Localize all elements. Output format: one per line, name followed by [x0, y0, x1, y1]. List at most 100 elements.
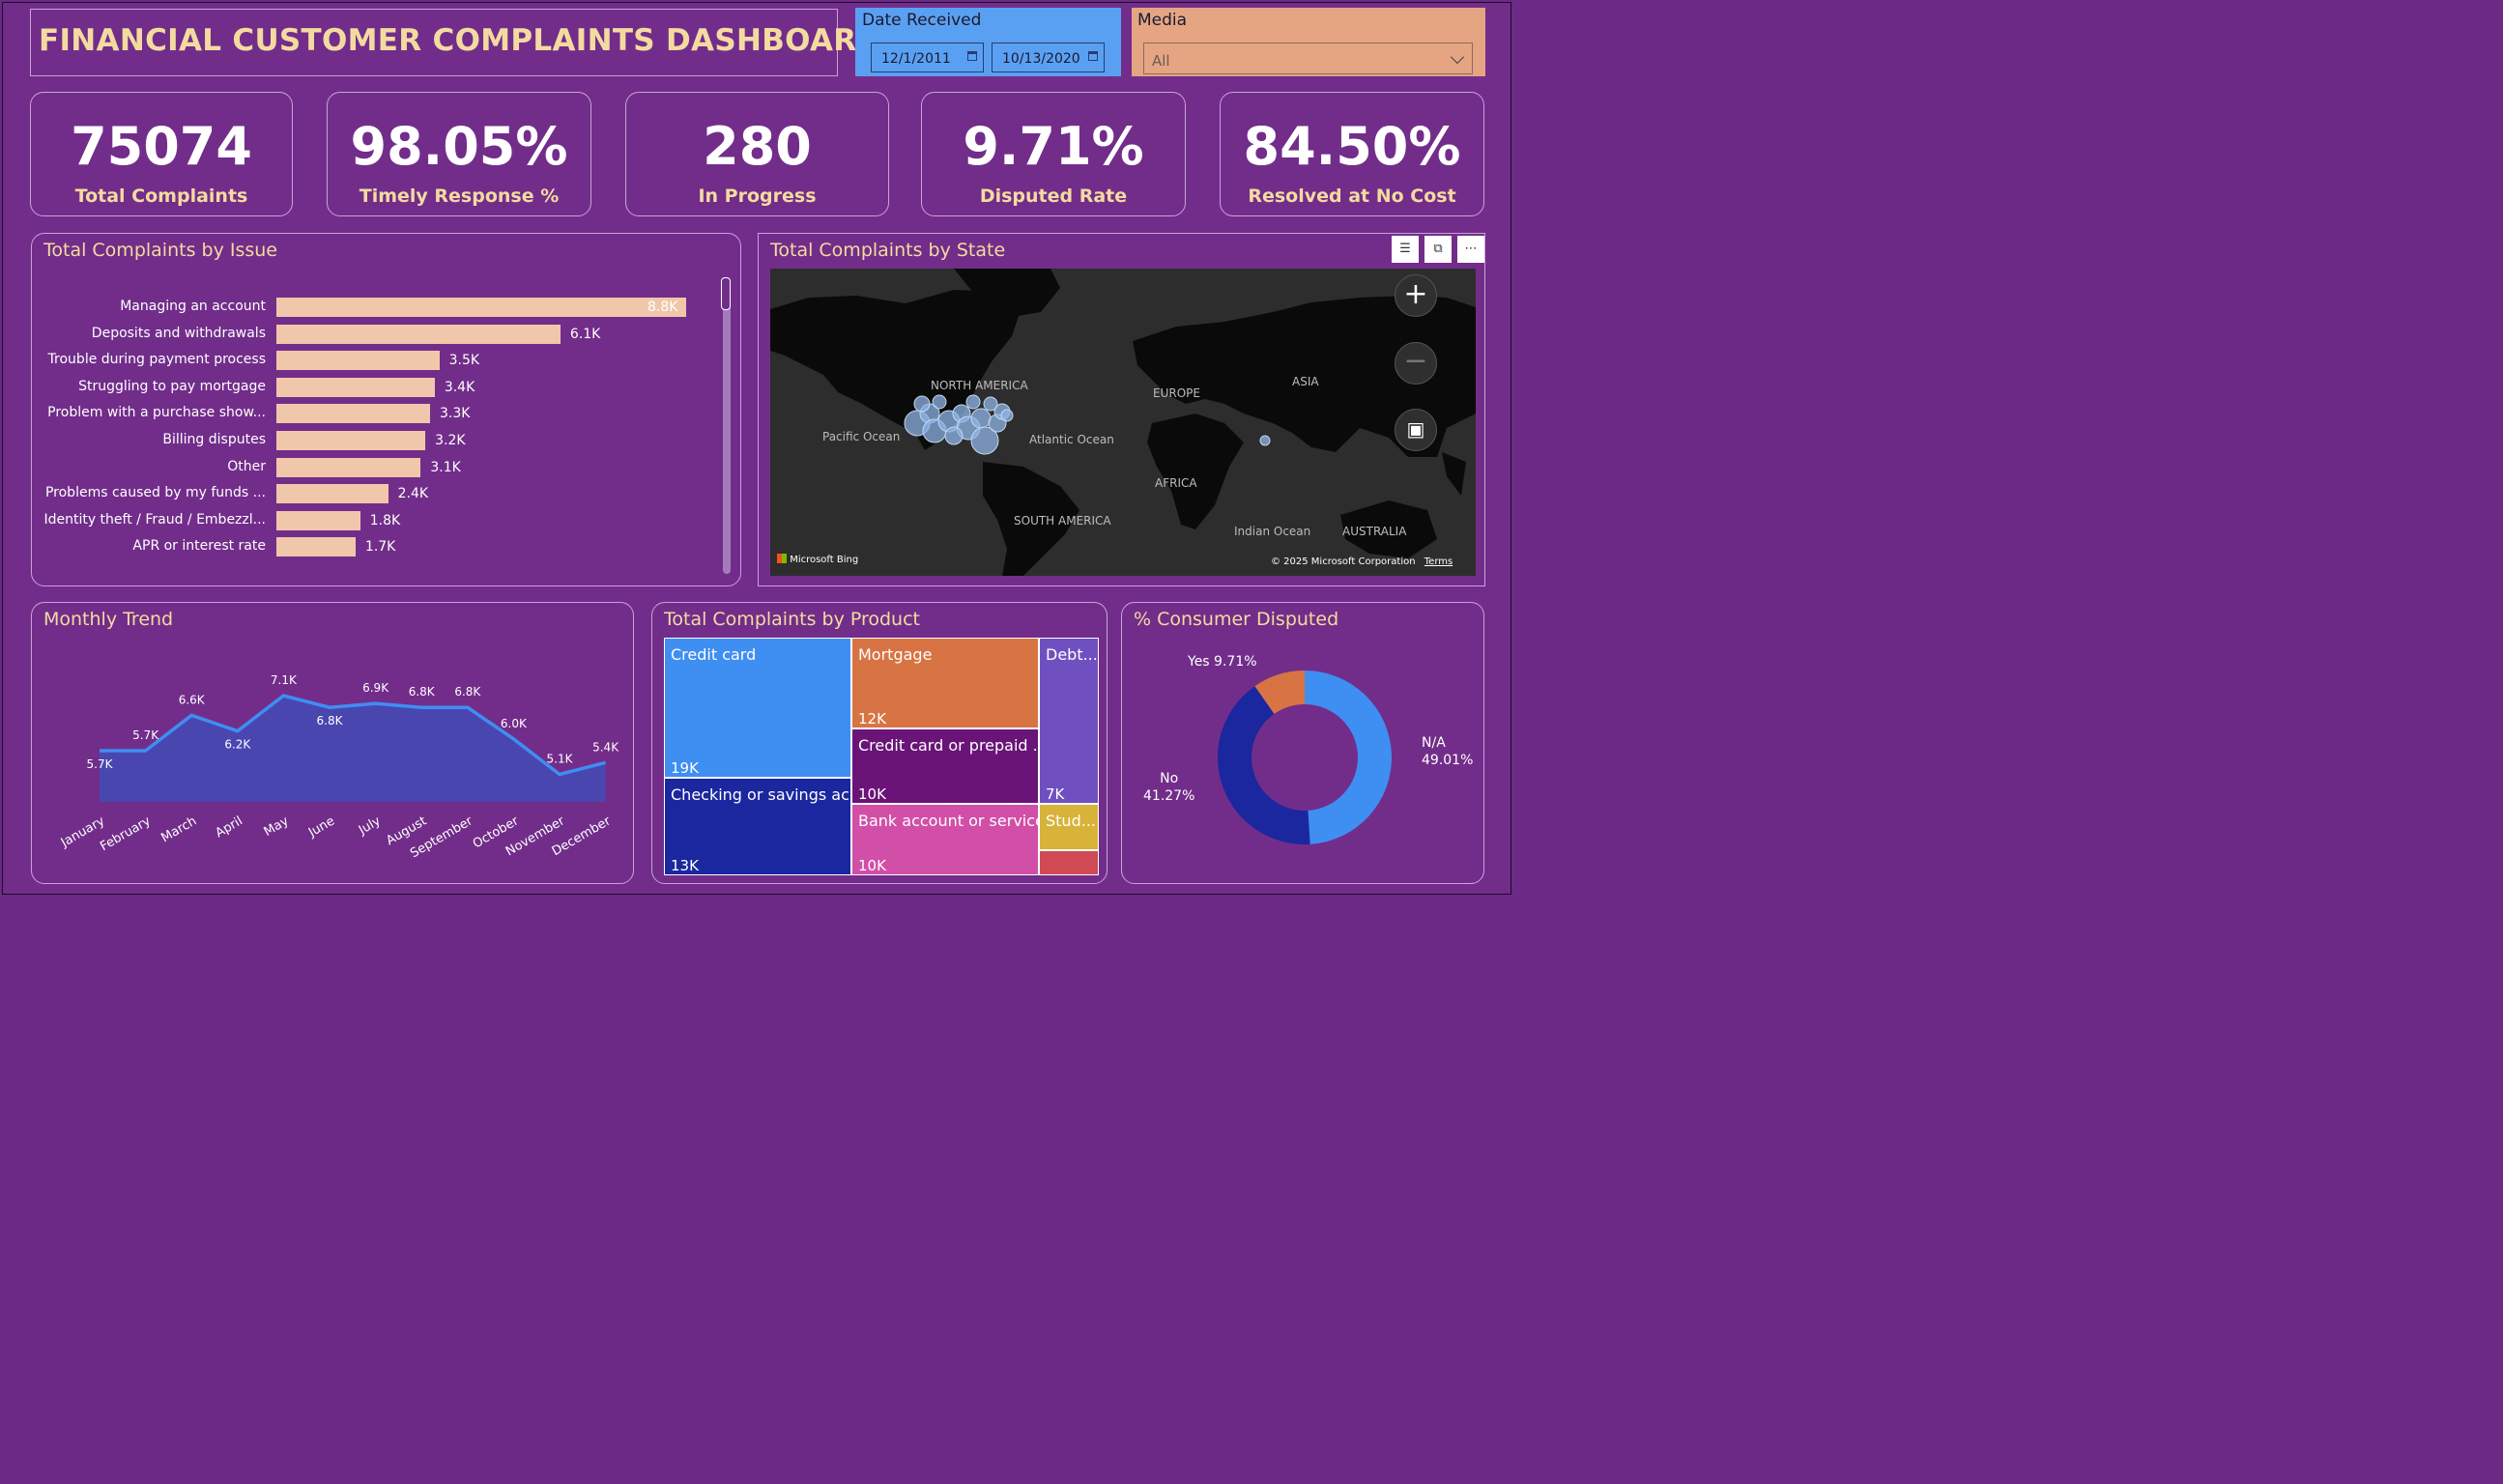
trend-data-label: 5.7K [87, 757, 114, 771]
issue-bar-row[interactable]: Problems caused by my funds ... 2.4K [32, 484, 718, 504]
kpi-resolved-no-cost: 84.50% Resolved at No Cost [1220, 92, 1484, 216]
media-slicer: Media All [1132, 8, 1485, 76]
map-label: NORTH AMERICA [931, 379, 1028, 392]
issue-bar-label: Problem with a purchase show... [47, 405, 266, 421]
issue-bar-label: Struggling to pay mortgage [78, 378, 266, 394]
issue-bar-value: 3.4K [444, 379, 475, 395]
issue-bar-row[interactable]: Struggling to pay mortgage 3.4K [32, 377, 718, 397]
disputed-chart-card: % Consumer Disputed Yes 9.71% N/A 49.01%… [1121, 602, 1484, 884]
terms-link[interactable]: Terms [1424, 556, 1453, 567]
product-tile[interactable]: Credit card 19K [664, 638, 851, 778]
issue-bar-area: Managing an account 8.8K Deposits and with… [32, 234, 718, 582]
select-area-icon[interactable]: ▣ [1395, 409, 1437, 451]
bing-attribution: Microsoft Bing [777, 554, 858, 565]
kpi-value: 98.05% [350, 116, 568, 177]
issue-bar[interactable] [276, 537, 356, 557]
issue-bar-label: Trouble during payment process [47, 352, 266, 368]
issue-bar-row[interactable]: Deposits and withdrawals 6.1K [32, 324, 718, 344]
issue-bar[interactable] [276, 324, 561, 344]
donut-slice-no[interactable] [1218, 686, 1310, 844]
issue-bar[interactable] [276, 431, 426, 450]
issue-bar[interactable] [276, 404, 430, 424]
no-label-pct: 41.27% [1143, 788, 1195, 804]
product-tile[interactable] [1039, 850, 1099, 875]
product-tile-name: Credit card or prepaid ... [858, 736, 1038, 755]
calendar-icon[interactable] [967, 51, 977, 61]
trend-data-label: 5.4K [592, 740, 619, 754]
media-dropdown[interactable]: All [1143, 43, 1473, 74]
monthly-trend-card: Monthly Trend 5.7K 5.7K 6.6K 6.2K 7.1K 6.8K 6.… [31, 602, 634, 884]
zoom-in-button[interactable]: + [1395, 274, 1437, 317]
issue-bar[interactable] [276, 298, 686, 317]
trend-data-label: 6.8K [409, 685, 436, 699]
title-box: FINANCIAL CUSTOMER COMPLAINTS DASHBOARD [30, 9, 881, 76]
issue-bar-row[interactable]: Billing disputes 3.2K [32, 431, 718, 450]
scrollbar-thumb[interactable] [721, 277, 731, 310]
issue-bar-row[interactable]: Managing an account 8.8K [32, 298, 718, 317]
kpi-timely-response: 98.05% Timely Response % [327, 92, 591, 216]
trend-x-tick: May [262, 813, 292, 840]
issue-bar[interactable] [276, 377, 435, 397]
issue-bar-value: 8.8K [647, 300, 678, 315]
issue-bar[interactable] [276, 484, 388, 504]
product-tile-name: Checking or savings ac... [671, 785, 850, 804]
issue-bar-label: Deposits and withdrawals [91, 325, 266, 341]
issue-bar-value: 3.5K [448, 353, 480, 369]
issue-bar-row[interactable]: Trouble during payment process 3.5K [32, 351, 718, 371]
microsoft-logo-icon [777, 554, 787, 563]
bing-label: Microsoft Bing [790, 555, 859, 565]
end-date-value: 10/13/2020 [1002, 51, 1080, 67]
issue-bar-row[interactable]: Problem with a purchase show... 3.3K [32, 404, 718, 424]
issue-bar-value: 3.2K [435, 433, 466, 448]
product-tile-name: Credit card [671, 645, 757, 664]
issue-bar[interactable] [276, 351, 440, 371]
issue-bar-row[interactable]: APR or interest rate 1.7K [32, 537, 718, 557]
product-tile[interactable]: Stud... [1039, 804, 1099, 850]
issue-bar-row[interactable]: Other 3.1K [32, 457, 718, 477]
product-tile[interactable]: Checking or savings ac... 13K [664, 778, 851, 875]
issue-bar-label: Other [227, 458, 266, 474]
map-label: SOUTH AMERICA [1014, 514, 1111, 528]
product-tile-value: 10K [858, 857, 886, 874]
start-date-value: 12/1/2011 [881, 51, 951, 67]
kpi-caption: Resolved at No Cost [1248, 186, 1456, 207]
map-copyright: © 2025 Microsoft Corporation Terms [1271, 556, 1453, 567]
more-options-icon[interactable]: ⋯ [1457, 236, 1484, 263]
trend-data-label: 6.8K [454, 685, 481, 699]
chevron-down-icon [1450, 49, 1465, 65]
date-slicer: Date Received 12/1/2011 10/13/2020 [855, 8, 1121, 76]
map-label: AUSTRALIA [1342, 525, 1407, 538]
kpi-disputed-rate: 9.71% Disputed Rate [921, 92, 1186, 216]
issue-bar[interactable] [276, 457, 421, 477]
kpi-caption: Total Complaints [74, 186, 248, 207]
issue-bar-value: 2.4K [397, 486, 429, 502]
product-tile[interactable]: Bank account or service 10K [851, 804, 1039, 875]
end-date-input[interactable]: 10/13/2020 [992, 43, 1105, 72]
zoom-out-button[interactable]: − [1395, 342, 1437, 385]
scrollbar-track[interactable] [723, 278, 731, 574]
start-date-input[interactable]: 12/1/2011 [871, 43, 984, 72]
trend-area [100, 696, 606, 802]
trend-data-label: 6.2K [224, 738, 251, 752]
calendar-icon[interactable] [1088, 51, 1098, 61]
map-label: EUROPE [1153, 386, 1200, 400]
product-tile-name: Debt... [1046, 645, 1098, 664]
product-tile[interactable]: Mortgage 12K [851, 638, 1039, 728]
filter-icon[interactable]: ☰ [1392, 236, 1419, 263]
focus-mode-icon[interactable]: ⧉ [1424, 236, 1452, 263]
donut-slice-na[interactable] [1305, 671, 1393, 844]
kpi-value: 84.50% [1243, 116, 1461, 177]
issue-bar-label: Billing disputes [162, 432, 266, 447]
map-card: Total Complaints by State ☰ ⧉ ⋯ NORTH AM… [758, 233, 1485, 586]
trend-data-label: 5.1K [547, 752, 574, 765]
date-slicer-label: Date Received [862, 11, 982, 30]
product-tile-name: Bank account or service [858, 812, 1038, 830]
product-tile[interactable]: Debt... 7K [1039, 638, 1099, 804]
issue-bar-value: 6.1K [569, 326, 601, 342]
map-canvas[interactable]: NORTH AMERICA EUROPE ASIA Pacific Ocean … [770, 269, 1476, 576]
issue-bar-row[interactable]: Identity theft / Fraud / Embezzl... 1.8K [32, 510, 718, 530]
map-label: Atlantic Ocean [1029, 433, 1114, 446]
issue-bar[interactable] [276, 510, 360, 530]
product-tile[interactable]: Credit card or prepaid ... 10K [851, 728, 1039, 804]
copyright-text: © 2025 Microsoft Corporation [1271, 556, 1416, 567]
